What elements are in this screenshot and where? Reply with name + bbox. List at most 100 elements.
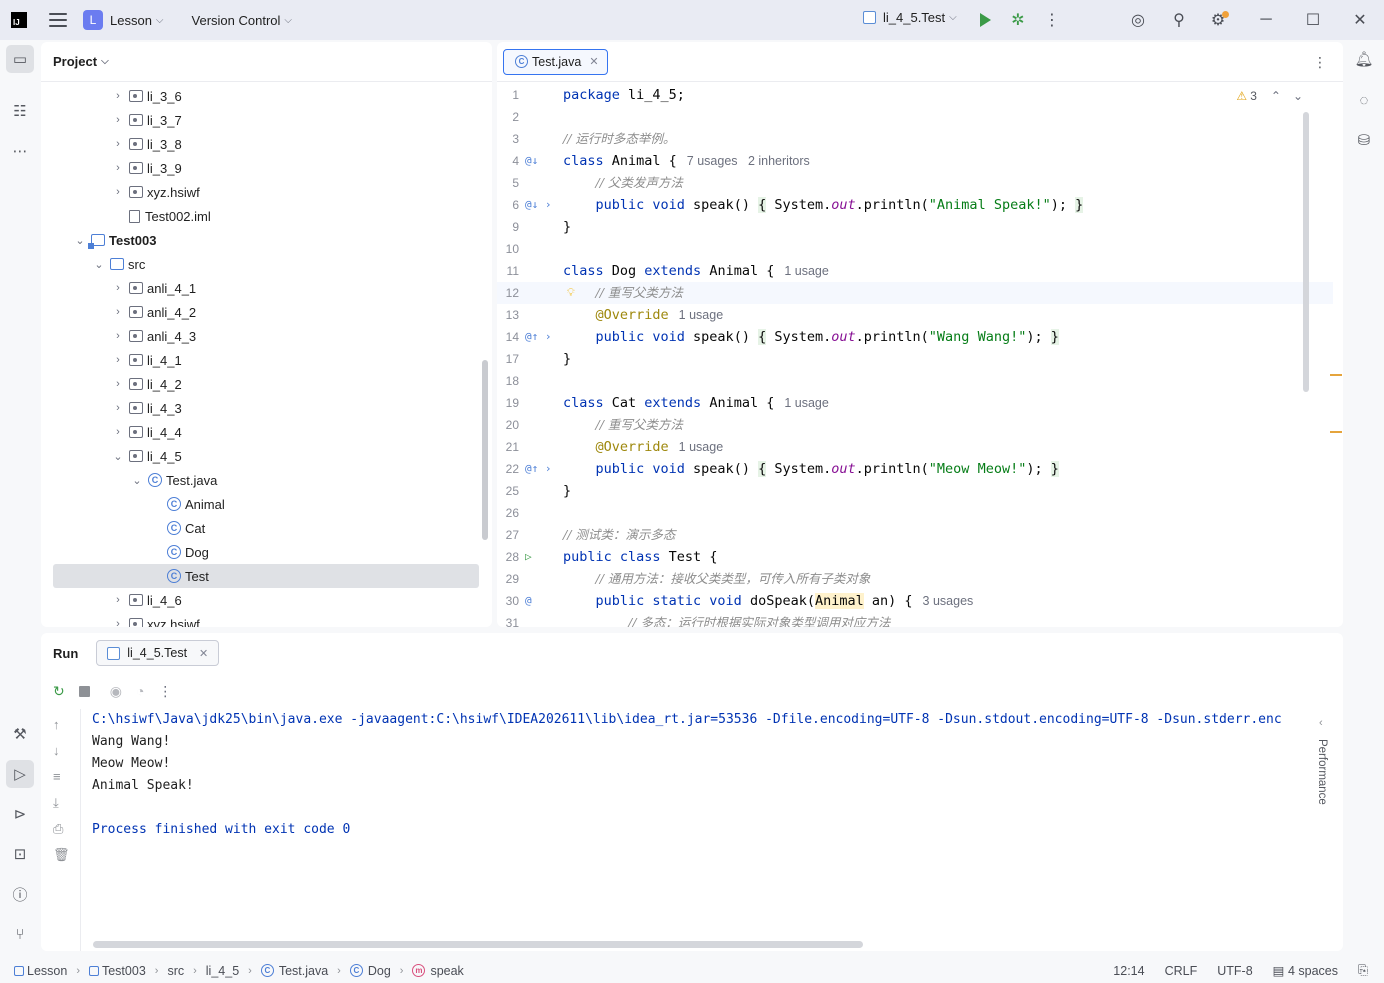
override-gutter-icon[interactable]: @↑ › [525, 458, 552, 480]
chevron-right-icon[interactable]: › [110, 378, 126, 390]
chevron-right-icon[interactable]: › [110, 114, 126, 126]
tree-row[interactable]: › li_4_3 [53, 396, 479, 420]
arrow-down-icon[interactable]: ↓ [53, 743, 60, 758]
build-tool-button[interactable]: ⚒ [6, 720, 34, 748]
code-line[interactable]: 22 @↑ › public void speak() { System.out.… [497, 458, 1333, 480]
chevron-right-icon[interactable]: › [110, 402, 126, 414]
profiler-icon[interactable]: ◔ [136, 683, 144, 699]
terminal-tool-button[interactable]: ⊡ [6, 840, 34, 868]
breadcrumb-item[interactable]: m speak [412, 964, 464, 978]
code-line[interactable]: 9} [497, 216, 1333, 238]
more-vertical-icon[interactable]: ⋮ [158, 683, 172, 700]
chevron-down-icon[interactable]: ⌄ [110, 450, 126, 463]
tree-row[interactable]: › anli_4_1 [53, 276, 479, 300]
chevron-down-icon[interactable]: ⌄ [72, 234, 88, 247]
soft-wrap-icon[interactable]: ≡ [53, 769, 61, 784]
code-line[interactable]: 26 [497, 502, 1333, 524]
trash-icon[interactable]: 🗑︎ [53, 847, 70, 863]
more-actions-button[interactable]: ⋮ [1042, 10, 1062, 30]
project-tool-button[interactable]: ▭ [6, 45, 34, 73]
file-encoding[interactable]: UTF-8 [1217, 964, 1252, 978]
tree-row[interactable]: C Animal [53, 492, 479, 516]
notifications-tool-button[interactable]: 🔔︎ [1350, 45, 1378, 73]
tree-row[interactable]: C Dog [53, 540, 479, 564]
breadcrumb-item[interactable]: Test003 [88, 964, 146, 978]
editor-tab-test-java[interactable]: C Test.java ✕ [503, 48, 608, 75]
tree-row[interactable]: › li_4_6 [53, 588, 479, 612]
project-widget[interactable]: L Lesson ⌵ [83, 10, 164, 30]
warning-stripe-marker[interactable] [1330, 374, 1342, 376]
chevron-right-icon[interactable]: › [110, 162, 126, 174]
code-line[interactable]: 3 // 运行时多态举例。 [497, 128, 1333, 150]
close-tab-icon[interactable]: ✕ [199, 647, 208, 660]
lock-icon[interactable]: ⎘ [1358, 963, 1368, 978]
code-line[interactable]: 30 @ public static void doSpeak(Animal an… [497, 590, 1333, 612]
chevron-right-icon[interactable]: › [110, 618, 126, 627]
stop-icon[interactable] [78, 685, 90, 697]
chevron-right-icon[interactable]: › [110, 594, 126, 606]
performance-side-tab[interactable]: Performance [1316, 739, 1328, 805]
console-horizontal-scrollbar[interactable] [93, 941, 863, 948]
code-line[interactable]: 5 // 父类发声方法 [497, 172, 1333, 194]
database-tool-button[interactable]: ⛁ [1350, 126, 1378, 154]
tree-row[interactable]: › anli_4_2 [53, 300, 479, 324]
ai-chat-tool-button[interactable]: ◌ [1350, 86, 1378, 114]
override-gutter-icon[interactable]: @↓ [525, 150, 538, 172]
code-line[interactable]: 6 @↓ › public void speak() { System.out.p… [497, 194, 1333, 216]
print-icon[interactable]: ⎙ [53, 821, 63, 837]
rerun-icon[interactable]: ↻ [53, 683, 65, 700]
tree-row[interactable]: ⌄ Test003 [53, 228, 479, 252]
tree-row[interactable]: › li_3_8 [53, 132, 479, 156]
code-line[interactable]: 13 @Override 1 usage [497, 304, 1333, 326]
structure-tool-button[interactable]: ☷ [6, 97, 34, 125]
tree-row[interactable]: ⌄ src [53, 252, 479, 276]
settings-button[interactable]: ⚙ [1208, 10, 1229, 30]
code-line[interactable]: 11 class Dog extends Animal {1 usage [497, 260, 1333, 282]
breadcrumb-item[interactable]: src [167, 964, 184, 978]
more-vertical-icon[interactable]: ⋮ [1313, 54, 1327, 71]
tree-row[interactable]: › li_4_4 [53, 420, 479, 444]
tree-row[interactable]: C Test [53, 564, 479, 588]
code-line[interactable]: 2 [497, 106, 1333, 128]
git-tool-button[interactable]: ⑂ [6, 920, 34, 948]
chevron-right-icon[interactable]: › [110, 330, 126, 342]
arrow-up-icon[interactable]: ↑ [53, 717, 60, 732]
breadcrumb-item[interactable]: C Test.java [260, 964, 328, 978]
chevron-right-icon[interactable]: › [110, 90, 126, 102]
tree-row[interactable]: › xyz.hsiwf [53, 612, 479, 627]
tree-row[interactable]: › li_3_9 [53, 156, 479, 180]
tree-row[interactable]: › li_4_2 [53, 372, 479, 396]
code-line[interactable]: 19 class Cat extends Animal {1 usage [497, 392, 1333, 414]
breadcrumb-item[interactable]: Lesson [14, 964, 67, 978]
chevron-down-icon[interactable]: ⌄ [91, 258, 107, 271]
tree-scrollbar[interactable] [482, 360, 488, 540]
minimize-button[interactable]: ─ [1256, 10, 1276, 30]
more-tools-button[interactable]: ⋯ [6, 137, 34, 165]
breadcrumb-item[interactable]: li_4_5 [206, 964, 239, 978]
project-panel-header[interactable]: Project ⌵ [41, 42, 492, 82]
main-menu-icon[interactable] [49, 13, 67, 27]
chevron-left-icon[interactable]: ‹ [1319, 717, 1323, 729]
run-config-selector[interactable]: li_4_5.Test ⌵ [863, 10, 957, 25]
services-tool-button[interactable]: ⊳ [6, 800, 34, 828]
editor-scrollbar[interactable] [1303, 112, 1309, 392]
caret-position[interactable]: 12:14 [1113, 964, 1144, 978]
chevron-right-icon[interactable]: › [110, 186, 126, 198]
code-line[interactable]: 17} [497, 348, 1333, 370]
code-line[interactable]: 25} [497, 480, 1333, 502]
run-gutter-icon[interactable]: ▷ [525, 546, 532, 568]
line-separator[interactable]: CRLF [1165, 964, 1198, 978]
code-line[interactable]: 1 package li_4_5; [497, 84, 1333, 106]
camera-icon[interactable]: ◉ [110, 683, 122, 700]
tree-row[interactable]: Test002.iml [53, 204, 479, 228]
code-line[interactable]: 31 // 多态：运行时根据实际对象类型调用对应方法 [497, 612, 1333, 627]
chevron-right-icon[interactable]: › [110, 306, 126, 318]
override-gutter-icon[interactable]: @ [525, 590, 532, 612]
override-gutter-icon[interactable]: @↑ › [525, 326, 552, 348]
breadcrumb-item[interactable]: C Dog [349, 964, 391, 978]
code-line[interactable]: 12 💡︎ // 重写父类方法 [497, 282, 1333, 304]
close-button[interactable]: ✕ [1350, 10, 1370, 30]
code-line[interactable]: 20 // 重写父类方法 [497, 414, 1333, 436]
override-gutter-icon[interactable]: @↓ › [525, 194, 552, 216]
tree-row[interactable]: ⌄ li_4_5 [53, 444, 479, 468]
